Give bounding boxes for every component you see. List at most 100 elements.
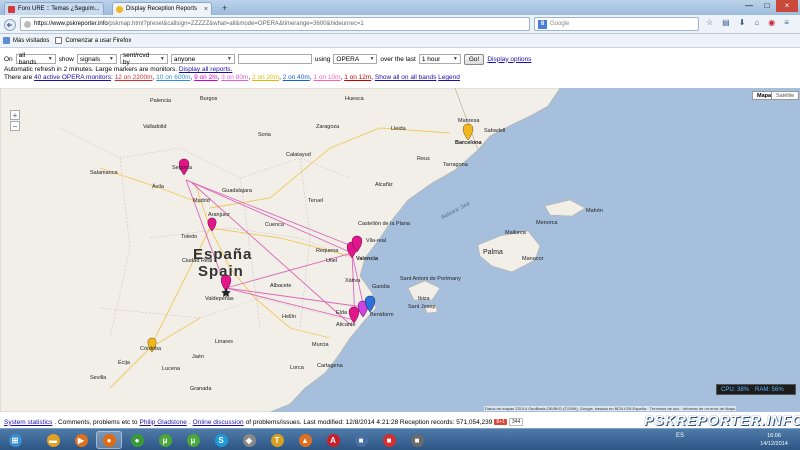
search-input[interactable]: 8 Google (534, 17, 699, 31)
toolbar-icons: ☆ ▤ ⬇ ⌂ ◉ ≡ (706, 18, 789, 27)
reception-map[interactable]: Mapa Satélite + − Valladolid Segovia Mad… (0, 88, 800, 412)
app4-icon[interactable]: ■ (348, 431, 374, 449)
map-attribution[interactable]: Datos de mapas ©2014 GeoBasis-DE/BKG (©2… (484, 406, 736, 411)
torrent2-icon[interactable]: μ (180, 431, 206, 449)
addon-icon[interactable]: ◉ (768, 18, 775, 27)
query-row: On all bands ▼ show signals ▼ sent/rcvd by… (4, 52, 531, 66)
band-link-2m[interactable]: 9 on 2m (194, 74, 218, 81)
google-search-icon[interactable]: 8 (538, 19, 547, 29)
app6-icon[interactable]: ■ (404, 431, 430, 449)
url-host: https://www.pskreporter.info (34, 21, 108, 27)
map-type-satellite-button[interactable]: Satélite (771, 91, 800, 100)
taskbar-glyph: ◆ (242, 433, 256, 447)
band-link-40m[interactable]: 2 on 40m (283, 74, 310, 81)
home-icon[interactable]: ⌂ (754, 18, 759, 27)
map-label: Segovia (172, 165, 192, 171)
online-discussion-link[interactable]: Online discussion (193, 419, 244, 426)
map-label: Xàtiva (345, 278, 361, 284)
close-window-button[interactable]: × (776, 0, 798, 12)
show-label: show (58, 55, 74, 63)
chevron-down-icon: ▼ (226, 56, 232, 62)
map-label: Burgos (200, 96, 218, 102)
url-bar[interactable]: https://www.pskreporter.info/pskmap.html… (20, 17, 530, 31)
system-statistics-link[interactable]: System statistics (4, 419, 52, 426)
legend-link[interactable]: Legend (438, 74, 460, 81)
philip-gladstone-link[interactable]: Philip Gladstone (140, 419, 187, 426)
chevron-down-icon: ▼ (108, 56, 114, 62)
active-monitors-link[interactable]: 40 active OPERA monitors (34, 74, 111, 81)
windows-taskbar: ⊞ ▬ ▶ ● ● μ μ S ◆ T ▲ A ■ ■ ■ ES 16:06 14/12/2014 (0, 428, 800, 450)
map-label: Palencia (150, 98, 172, 104)
downloads-icon[interactable]: ⬇ (739, 18, 746, 27)
maximize-button[interactable]: □ (758, 0, 776, 12)
show-all-bands-link[interactable]: Show all on all bands (375, 74, 436, 81)
chrome-icon[interactable]: ● (124, 431, 150, 449)
tab-foro-ure[interactable]: Foro URE :: Temas ¿Seguim... × (4, 2, 104, 15)
bookmark-most-visited[interactable]: Más visitados (3, 37, 49, 44)
language-indicator[interactable]: ES (676, 433, 684, 439)
direction-select[interactable]: sent/rcvd by ▼ (119, 52, 168, 66)
minimize-button[interactable]: — (740, 0, 758, 12)
windows-start-icon[interactable]: ⊞ (2, 431, 28, 449)
bookmark-star-icon[interactable]: ☆ (706, 18, 713, 27)
map-label: Soria (258, 132, 271, 138)
taskbar-glyph: ■ (354, 433, 368, 447)
menu-icon[interactable]: ≡ (784, 18, 789, 27)
close-tab-icon[interactable]: × (204, 6, 208, 13)
explorer-icon[interactable]: ▬ (40, 431, 66, 449)
band-value: all bands (18, 52, 37, 66)
tab-display-reception-reports[interactable]: Display Reception Reports × (112, 2, 212, 15)
who-value: anyone (173, 55, 196, 63)
new-tab-button[interactable]: + (222, 3, 227, 13)
map-label: Toledo (181, 234, 198, 240)
close-tab-icon[interactable]: × (103, 6, 104, 13)
media-player-icon[interactable]: ▶ (68, 431, 94, 449)
map-label: Calatayud (286, 152, 311, 158)
zoom-out-button[interactable]: − (10, 121, 20, 131)
map-label: Cartagena (317, 363, 343, 369)
taskbar-glyph: ▶ (74, 433, 88, 447)
display-all-reports-link[interactable]: Display all reports. (179, 66, 232, 73)
go-button[interactable]: Go! (463, 53, 485, 65)
taskbar-glyph: ■ (410, 433, 424, 447)
firefox-icon[interactable]: ● (96, 431, 122, 449)
app2-icon[interactable]: T (264, 431, 290, 449)
callsign-input[interactable] (237, 54, 312, 64)
chevron-down-icon: ▼ (452, 56, 458, 62)
map-label: Castellón de la Plana (358, 221, 410, 227)
display-options-link[interactable]: Display options (487, 56, 531, 63)
map-label: Elda (336, 310, 348, 316)
app5-icon[interactable]: ■ (376, 431, 402, 449)
map-label: Zaragoza (316, 124, 340, 130)
map-label: Hellín (282, 314, 297, 320)
zoom-in-button[interactable]: + (10, 110, 20, 120)
back-icon[interactable] (4, 19, 16, 31)
acrobat-icon[interactable]: A (320, 431, 346, 449)
map-label: Sabadell (484, 128, 506, 134)
app3-icon[interactable]: ▲ (292, 431, 318, 449)
band-link-2200m[interactable]: 12 on 2200m (115, 74, 153, 81)
bookmarks-menu-icon[interactable]: ▤ (722, 18, 730, 27)
taskbar-glyph: μ (158, 433, 172, 447)
app-icon[interactable]: ◆ (236, 431, 262, 449)
skype-icon[interactable]: S (208, 431, 234, 449)
band-link-12m[interactable]: 1 on 12m (344, 74, 371, 81)
taskbar-glyph: ● (130, 433, 144, 447)
band-link-20m[interactable]: 2 on 20m (252, 74, 279, 81)
show-select[interactable]: signals ▼ (76, 54, 117, 64)
torrent-icon[interactable]: μ (152, 431, 178, 449)
band-link-10m[interactable]: 1 on 10m (313, 74, 340, 81)
band-link-80m[interactable]: 3 on 80m (221, 74, 248, 81)
map-label: Albacete (270, 283, 292, 289)
site-identity-icon[interactable] (24, 20, 31, 28)
who-select[interactable]: anyone ▼ (170, 54, 235, 64)
band-link-600m[interactable]: 10 on 600m (156, 74, 190, 81)
band-select[interactable]: all bands ▼ (15, 52, 56, 66)
bookmark-getting-started[interactable]: Comenzar a usar Firefox (55, 37, 131, 44)
timerange-select[interactable]: 1 hour ▼ (418, 54, 461, 64)
system-clock[interactable]: 16:06 14/12/2014 (752, 432, 796, 448)
map-label: Manresa (458, 118, 480, 124)
bookmark-folder-icon (3, 37, 10, 44)
google-plus-button[interactable]: 8+1 (494, 419, 507, 425)
mode-select[interactable]: OPERA ▼ (333, 54, 378, 64)
